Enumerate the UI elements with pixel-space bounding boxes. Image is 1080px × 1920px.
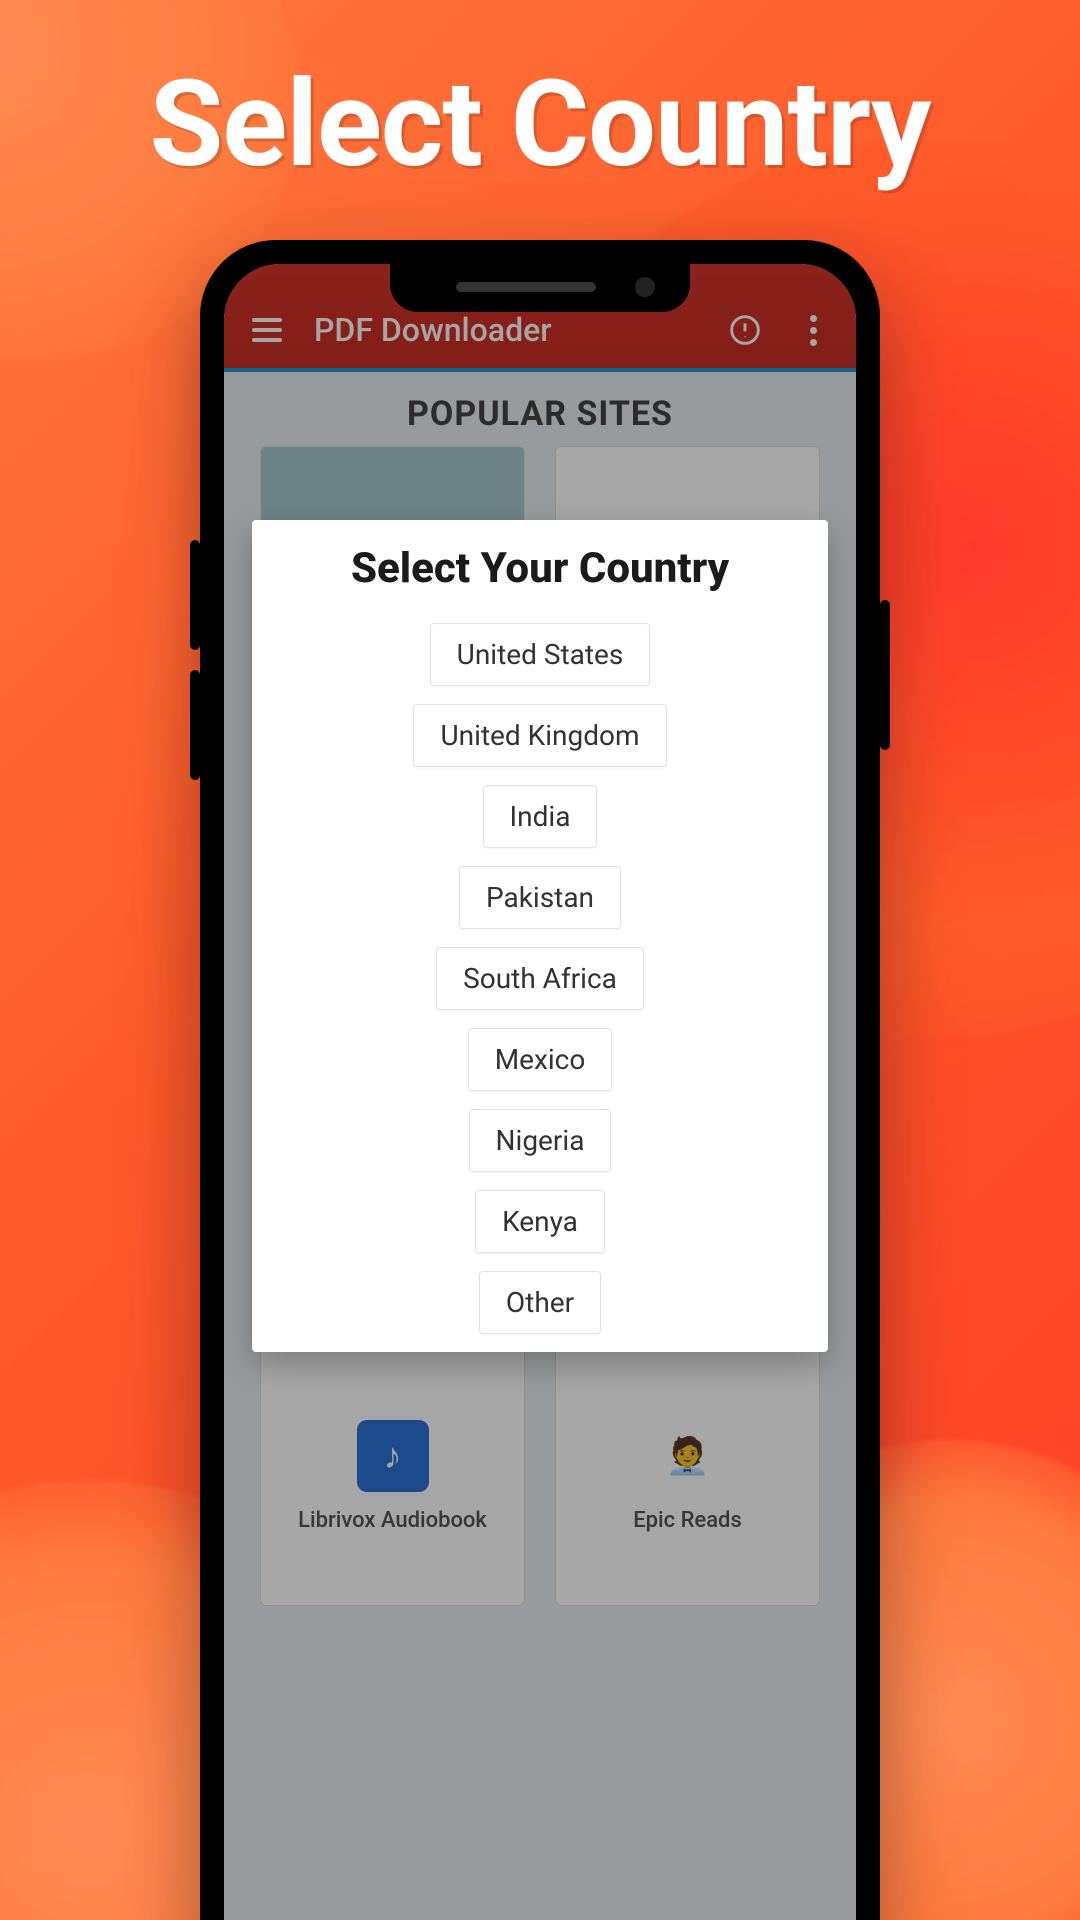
phone-volume-button — [190, 670, 200, 780]
promo-title: Select Country — [0, 55, 1080, 195]
phone-screen: PDF Downloader POPULAR SITES ▭ 📘 — [224, 264, 856, 1920]
country-option-south-africa[interactable]: South Africa — [436, 947, 644, 1010]
modal-title: Select Your Country — [272, 544, 808, 593]
country-option-kenya[interactable]: Kenya — [475, 1190, 605, 1253]
country-option-mexico[interactable]: Mexico — [468, 1028, 613, 1091]
country-option-other[interactable]: Other — [479, 1271, 601, 1334]
phone-volume-button — [190, 540, 200, 650]
phone-notch — [390, 262, 690, 312]
select-country-modal: Select Your Country United States United… — [252, 520, 828, 1352]
country-option-united-states[interactable]: United States — [430, 623, 651, 686]
country-option-united-kingdom[interactable]: United Kingdom — [413, 704, 666, 767]
promo-background: Select Country PDF Downloader POPULAR SI… — [0, 0, 1080, 1920]
phone-power-button — [880, 600, 890, 750]
phone-mockup: PDF Downloader POPULAR SITES ▭ 📘 — [200, 240, 880, 1920]
country-list: United States United Kingdom India Pakis… — [272, 623, 808, 1334]
country-option-nigeria[interactable]: Nigeria — [469, 1109, 612, 1172]
country-option-pakistan[interactable]: Pakistan — [459, 866, 621, 929]
country-option-india[interactable]: India — [483, 785, 598, 848]
